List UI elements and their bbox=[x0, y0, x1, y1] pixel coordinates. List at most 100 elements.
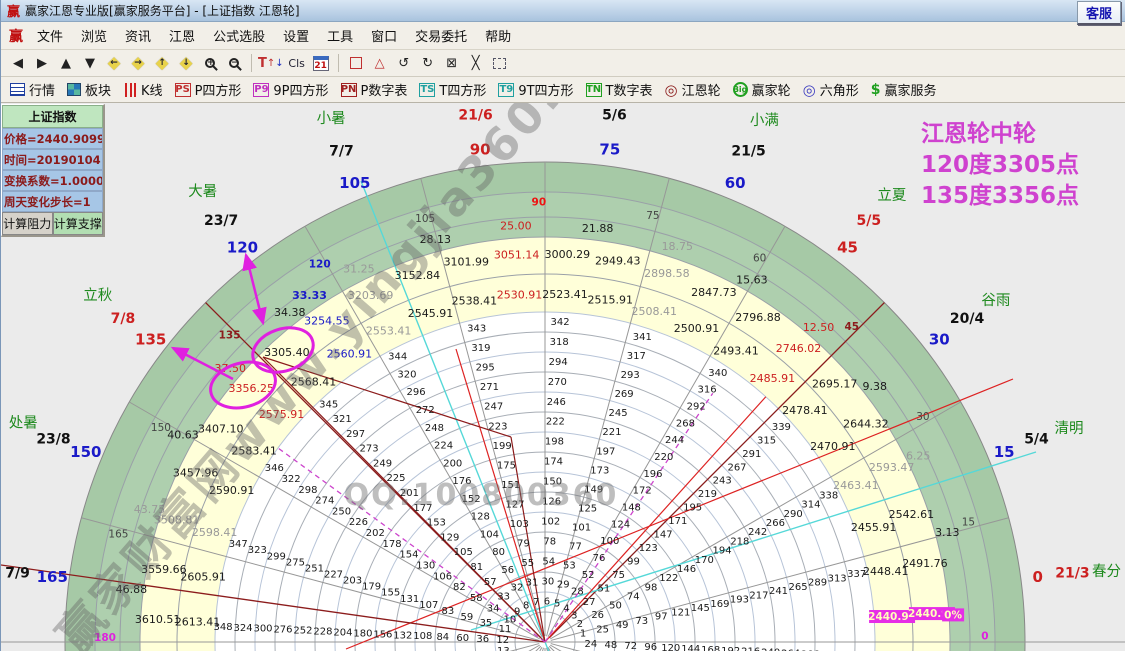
p-number-icon: PN bbox=[341, 83, 357, 97]
view-9t-square-button[interactable]: T99T四方形 bbox=[493, 78, 580, 101]
wheel-value: 321 bbox=[333, 414, 352, 425]
triangle-tool-button[interactable]: △ bbox=[369, 52, 391, 74]
wheel-value: 55 bbox=[521, 558, 534, 569]
wheel-value: 107 bbox=[419, 600, 438, 611]
wheel-value: 48 bbox=[604, 640, 617, 651]
wheel-value: 171 bbox=[668, 516, 687, 527]
wheel-value: 105 bbox=[339, 174, 370, 192]
view-winner-wheel-button[interactable]: Big赢家轮 bbox=[728, 78, 798, 101]
back-button[interactable]: ◀ bbox=[7, 52, 29, 74]
wheel-value: 12.50 bbox=[803, 321, 835, 334]
wheel-value: 74 bbox=[627, 591, 640, 602]
wheel-value: 2593.47 bbox=[869, 461, 915, 474]
wheel-value: 289 bbox=[808, 578, 827, 589]
rotate-down-button[interactable]: ▼ bbox=[79, 52, 101, 74]
wheel-value: 179 bbox=[362, 582, 381, 593]
box-x-tool-button[interactable]: ⊠ bbox=[441, 52, 463, 74]
wheel-value: 313 bbox=[828, 573, 847, 584]
view-p-square-button[interactable]: PSP四方形 bbox=[170, 78, 249, 101]
wheel-value: 2500.91 bbox=[674, 322, 720, 335]
wheel-value: 148 bbox=[622, 502, 641, 513]
menu-8[interactable]: 交易委托 bbox=[406, 23, 476, 48]
menu-5[interactable]: 设置 bbox=[274, 23, 318, 48]
wheel-value: 341 bbox=[633, 332, 652, 343]
view-gann-wheel-button[interactable]: ◎江恩轮 bbox=[660, 78, 728, 101]
menu-7[interactable]: 窗口 bbox=[362, 23, 406, 48]
wheel-value: 2746.02 bbox=[776, 342, 822, 355]
wheel-value: 223 bbox=[488, 421, 507, 432]
wheel-value: 2530.91 bbox=[497, 288, 543, 301]
wheel-value: 99 bbox=[627, 557, 640, 568]
view-hexagon-button[interactable]: ◎六角形 bbox=[798, 78, 866, 101]
menu-3[interactable]: 江恩 bbox=[160, 23, 204, 48]
zoom-out-button[interactable]: − bbox=[223, 52, 245, 74]
wheel-value: 7/9 bbox=[5, 566, 30, 582]
wheel-value: 5/6 bbox=[602, 108, 627, 124]
wheel-value: 24 bbox=[584, 639, 597, 650]
cls-button[interactable]: Cls bbox=[286, 52, 308, 74]
view-quotes-button[interactable]: 行情 bbox=[5, 78, 62, 101]
calc-support-button[interactable]: 计算支撑 bbox=[53, 212, 104, 235]
zoom-in-button[interactable]: + bbox=[199, 52, 221, 74]
gann-wheel-label: 江恩轮 bbox=[682, 80, 721, 99]
collapse-tool-button[interactable]: ╳ bbox=[465, 52, 487, 74]
menu-1[interactable]: 浏览 bbox=[72, 23, 116, 48]
wheel-value: 120 bbox=[661, 643, 680, 651]
diamond-right-button[interactable]: ◆→ bbox=[127, 53, 149, 73]
menu-6[interactable]: 工具 bbox=[318, 23, 362, 48]
rotate-up-button[interactable]: ▲ bbox=[55, 52, 77, 74]
view-sectors-button[interactable]: 板块 bbox=[62, 78, 118, 101]
diamond-up-button[interactable]: ◆↑ bbox=[151, 53, 173, 73]
menu-4[interactable]: 公式选股 bbox=[204, 23, 274, 48]
wheel-value: 7 bbox=[533, 597, 539, 608]
wheel-value: 3.13 bbox=[935, 526, 960, 539]
wheel-value: 338 bbox=[819, 491, 838, 502]
wheel-value: 274 bbox=[315, 496, 334, 507]
view-p-number-button[interactable]: PNP数字表 bbox=[336, 78, 415, 101]
wheel-value: 2538.41 bbox=[452, 295, 498, 308]
view-kline-button[interactable]: K线 bbox=[118, 78, 170, 101]
view-winner-service-button[interactable]: $赢家服务 bbox=[866, 78, 944, 101]
customer-service-button[interactable]: 客服 bbox=[1077, 1, 1121, 25]
winner-wheel-label: 赢家轮 bbox=[752, 80, 791, 99]
rotate-cw-button[interactable]: ↻ bbox=[417, 52, 439, 74]
wheel-value: 244 bbox=[665, 435, 684, 446]
wheel-value: 31 bbox=[526, 578, 539, 589]
menu-0[interactable]: 文件 bbox=[28, 23, 72, 48]
wheel-value: 9.38 bbox=[862, 380, 887, 393]
t-updown-button[interactable]: T↑↓ bbox=[258, 52, 284, 74]
diamond-left-button[interactable]: ◆← bbox=[103, 53, 125, 73]
wheel-value: 23/7 bbox=[204, 213, 238, 229]
calc-resistance-button[interactable]: 计算阻力 bbox=[2, 212, 53, 235]
wheel-value: 35 bbox=[480, 618, 493, 629]
view-9p-square-button[interactable]: P99P四方形 bbox=[248, 78, 335, 101]
calendar-button[interactable]: 21 bbox=[310, 52, 332, 74]
wheel-value: 72 bbox=[624, 641, 637, 651]
menu-9[interactable]: 帮助 bbox=[476, 23, 520, 48]
wheel-value: 30 bbox=[929, 330, 950, 348]
wheel-value: 296 bbox=[407, 387, 426, 398]
wheel-value: 3610.51 bbox=[135, 613, 181, 626]
snapshot-tool-button[interactable] bbox=[489, 52, 511, 74]
view-t-square-button[interactable]: TST四方形 bbox=[414, 78, 493, 101]
wheel-value: 315 bbox=[757, 435, 776, 446]
square-tool-button[interactable] bbox=[345, 52, 367, 74]
wheel-value: 春分 bbox=[1092, 563, 1121, 580]
gann-wheel-icon: ◎ bbox=[665, 81, 678, 99]
wheel-value: 154 bbox=[399, 550, 418, 561]
wheel-value: 291 bbox=[742, 449, 761, 460]
wheel-value: 146 bbox=[677, 564, 696, 575]
wheel-value: 123 bbox=[639, 543, 658, 554]
gann-wheel-chart[interactable]: 1234567891011121314232425262728293031323… bbox=[1, 103, 1125, 651]
menu-2[interactable]: 资讯 bbox=[116, 23, 160, 48]
wheel-value: 218 bbox=[730, 536, 749, 547]
title-bar: 赢 赢家江恩专业版[赢家服务平台] - [上证指数 江恩轮] 客服 bbox=[1, 0, 1125, 22]
view-t-number-button[interactable]: TNT数字表 bbox=[581, 78, 660, 101]
wheel-value: 340 bbox=[708, 368, 727, 379]
wheel-value: 2847.73 bbox=[691, 286, 737, 299]
forward-button[interactable]: ▶ bbox=[31, 52, 53, 74]
rotate-ccw-button[interactable]: ↺ bbox=[393, 52, 415, 74]
wheel-value: 272 bbox=[416, 405, 435, 416]
wheel-value: 221 bbox=[602, 427, 621, 438]
diamond-down-button[interactable]: ◆↓ bbox=[175, 53, 197, 73]
